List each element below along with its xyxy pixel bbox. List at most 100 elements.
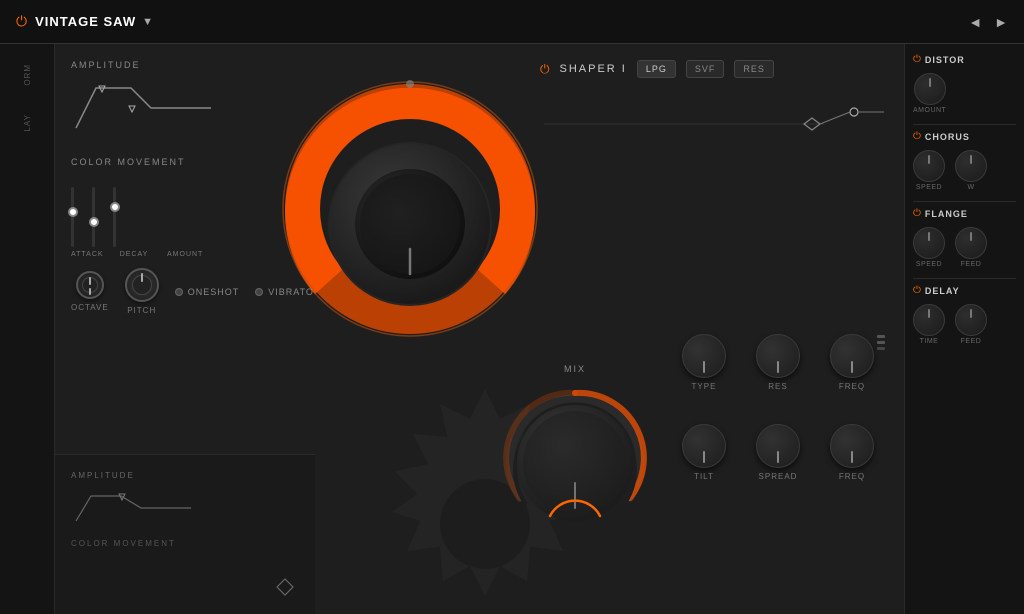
chorus-header: ⏻ CHORUS xyxy=(913,131,1016,142)
shaper-svf-button[interactable]: SVF xyxy=(686,60,725,78)
shaper-lpg-button[interactable]: LPG xyxy=(637,60,676,78)
amount-slider-label: AMOUNT xyxy=(167,251,203,258)
amplitude-section: AMPLITUDE xyxy=(71,60,299,133)
big-knob-area xyxy=(275,74,575,394)
pitch-knob-container: PITCH xyxy=(125,268,159,315)
nav-prev-button[interactable]: ◄ xyxy=(968,14,982,30)
octave-knob-container: OCTAVE xyxy=(71,271,109,312)
shaper-header: ⏻ SHAPER I LPG SVF RES xyxy=(540,60,888,78)
vibrato-dot xyxy=(255,288,263,296)
distortion-amount-knob[interactable] xyxy=(914,73,946,105)
chorus-w-knob[interactable] xyxy=(955,150,987,182)
flanger-knobs: SPEED FEED xyxy=(913,227,987,268)
distortion-section: ⏻ DISTOR AMOUNT xyxy=(913,54,1016,125)
res-knob[interactable] xyxy=(756,334,800,378)
chorus-w-group: W xyxy=(955,150,987,191)
freq-knob[interactable] xyxy=(830,334,874,378)
delay-feed-label: FEED xyxy=(961,338,982,345)
octave-knob[interactable] xyxy=(76,271,104,299)
flanger-feed-group: FEED xyxy=(955,227,987,268)
bottom-envelope-svg xyxy=(71,486,211,526)
right-panel: ⏻ DISTOR AMOUNT ⏻ CHORUS SPEED xyxy=(904,44,1024,614)
delay-time-group: TIME xyxy=(913,304,945,345)
decay-slider-label: DECAY xyxy=(119,251,149,258)
octave-label: OCTAVE xyxy=(71,303,109,312)
chorus-speed-knob[interactable] xyxy=(913,150,945,182)
distortion-power-icon[interactable]: ⏻ xyxy=(913,54,921,65)
slider-extra[interactable] xyxy=(113,177,116,247)
oneshot-dot xyxy=(175,288,183,296)
flanger-label: FLANGE xyxy=(925,209,968,219)
shaper-res-button[interactable]: RES xyxy=(734,60,774,78)
freq-knob-group: FREQ xyxy=(830,334,874,391)
freq2-knob[interactable] xyxy=(830,424,874,468)
slider-movement-track xyxy=(92,187,95,247)
distortion-amount-group: AMOUNT xyxy=(913,73,946,114)
distortion-knobs: AMOUNT xyxy=(913,73,946,114)
flanger-speed-knob[interactable] xyxy=(913,227,945,259)
slider-movement[interactable] xyxy=(92,177,95,247)
sidebar-label-orm: ORM xyxy=(23,64,32,86)
shaper-section: ⏻ SHAPER I LPG SVF RES xyxy=(524,44,904,183)
delay-section: ⏻ DELAY TIME FEED xyxy=(913,285,1016,355)
flanger-power-icon[interactable]: ⏻ xyxy=(913,208,921,219)
tilt-knob-group: TILT xyxy=(682,424,726,481)
left-sidebar: ORM LAY xyxy=(0,44,55,614)
distortion-amount-label: AMOUNT xyxy=(913,107,946,114)
flanger-speed-label: SPEED xyxy=(916,261,942,268)
delay-time-label: TIME xyxy=(920,338,939,345)
delay-feed-knob[interactable] xyxy=(955,304,987,336)
flanger-feed-knob[interactable] xyxy=(955,227,987,259)
type-knob[interactable] xyxy=(682,334,726,378)
delay-power-icon[interactable]: ⏻ xyxy=(913,285,921,296)
pitch-knob[interactable] xyxy=(125,268,159,302)
delay-label: DELAY xyxy=(925,286,960,296)
delay-header: ⏻ DELAY xyxy=(913,285,1016,296)
flanger-speed-group: SPEED xyxy=(913,227,945,268)
envelope-svg xyxy=(71,78,231,133)
top-bar: ⏻ VINTAGE SAW ▼ ◄ ► xyxy=(0,0,1024,44)
slider-extra-track xyxy=(113,187,116,247)
spread-knob[interactable] xyxy=(756,424,800,468)
octave-pitch-row: OCTAVE PITCH ONESHOT xyxy=(71,268,299,315)
mix-knob[interactable] xyxy=(495,378,655,538)
freq-label: FREQ xyxy=(839,382,865,391)
slider-color[interactable] xyxy=(71,177,74,247)
chorus-section: ⏻ CHORUS SPEED W xyxy=(913,131,1016,202)
slider-color-track xyxy=(71,187,74,247)
nav-next-button[interactable]: ► xyxy=(994,14,1008,30)
color-movement-section: COLOR MOVEMENT xyxy=(71,157,299,258)
flanger-feed-label: FEED xyxy=(961,261,982,268)
bottom-section: AMPLITUDE COLOR MOVEMENT xyxy=(55,454,315,614)
freq2-label: FREQ xyxy=(839,472,865,481)
oneshot-label: ONESHOT xyxy=(188,287,240,297)
tilt-knob[interactable] xyxy=(682,424,726,468)
delay-feed-group: FEED xyxy=(955,304,987,345)
bottom-knobs-row2: TILT SPREAD FREQ xyxy=(682,424,874,481)
chorus-power-icon[interactable]: ⏻ xyxy=(913,131,921,142)
bottom-diamond xyxy=(275,577,295,597)
delay-time-knob[interactable] xyxy=(913,304,945,336)
res-label: RES xyxy=(768,382,787,391)
res-knob-group: RES xyxy=(756,334,800,391)
mix-area: MIX xyxy=(495,364,655,538)
main-knob[interactable] xyxy=(275,74,545,344)
chorus-speed-label: SPEED xyxy=(916,184,942,191)
type-knob-group: TYPE xyxy=(682,334,726,391)
envelope-display xyxy=(71,78,231,133)
spread-label: SPREAD xyxy=(759,472,798,481)
dropdown-arrow[interactable]: ▼ xyxy=(142,16,153,28)
center-panel: AMPLITUDE COLOR MOVEMENT xyxy=(55,44,904,614)
oneshot-toggle[interactable]: ONESHOT xyxy=(175,287,240,297)
shaper-curve-display xyxy=(540,94,888,154)
slider-color-thumb xyxy=(68,207,78,217)
main-layout: ORM LAY AMPLITUDE xyxy=(0,44,1024,614)
amplitude-label: AMPLITUDE xyxy=(71,60,299,70)
pitch-label: PITCH xyxy=(127,306,156,315)
power-icon[interactable]: ⏻ xyxy=(16,13,27,30)
color-movement-label: COLOR MOVEMENT xyxy=(71,157,299,167)
slider-extra-thumb xyxy=(110,202,120,212)
bottom-color-movement-label: COLOR MOVEMENT xyxy=(71,539,299,548)
freq2-knob-group: FREQ xyxy=(830,424,874,481)
type-label: TYPE xyxy=(692,382,717,391)
